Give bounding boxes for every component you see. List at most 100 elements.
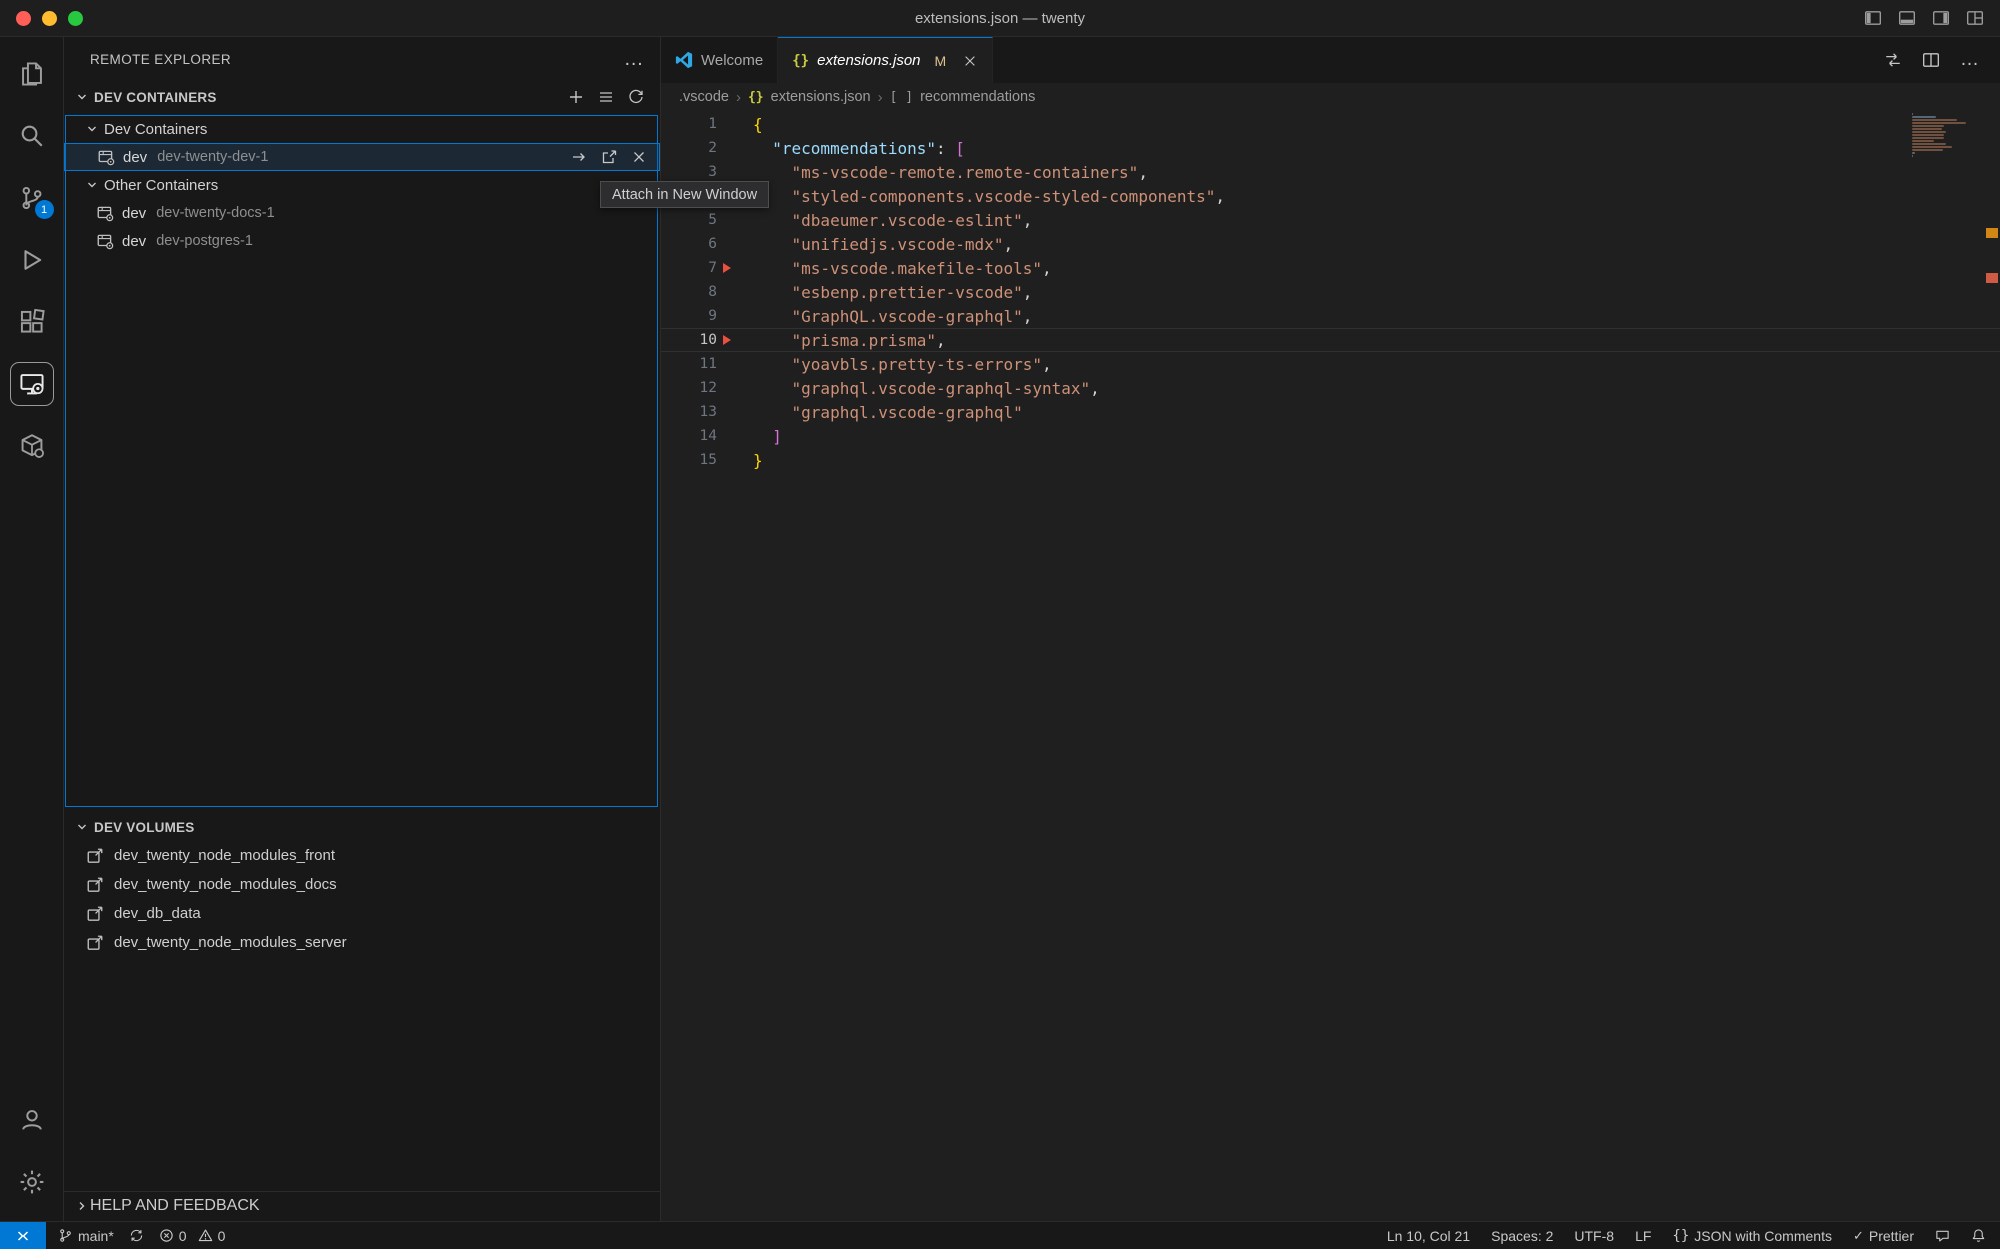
toggle-secondary-sidebar-icon[interactable] <box>1932 9 1950 27</box>
sync-changes-button[interactable] <box>129 1228 144 1243</box>
sidebar-item-containers[interactable] <box>7 415 57 477</box>
remote-indicator-button[interactable] <box>0 1222 46 1249</box>
toggle-panel-icon[interactable] <box>1898 9 1916 27</box>
overview-ruler-mark <box>1986 228 1998 238</box>
help-and-feedback-section-header[interactable]: HELP AND FEEDBACK <box>64 1191 660 1219</box>
feedback-button[interactable] <box>1935 1228 1950 1243</box>
formatter-status[interactable]: ✓ Prettier <box>1853 1228 1914 1244</box>
scm-changes-badge: 1 <box>35 200 54 219</box>
tab-extensions-json[interactable]: {} extensions.json M <box>778 37 993 83</box>
volume-row[interactable]: dev_twenty_node_modules_server <box>64 928 660 957</box>
more-actions-icon[interactable]: … <box>624 54 644 64</box>
dev-volumes-section-header[interactable]: DEV VOLUMES <box>64 813 660 841</box>
tab-bar: Welcome {} extensions.json M … <box>661 37 2000 83</box>
code-line[interactable]: 2 "recommendations": [ <box>661 136 2000 160</box>
eol-status[interactable]: LF <box>1635 1228 1651 1244</box>
line-number: 15 <box>661 452 717 468</box>
more-actions-icon[interactable]: … <box>1960 49 1980 71</box>
window-title: extensions.json — twenty <box>0 10 2000 27</box>
window-controls <box>0 11 83 26</box>
customize-layout-icon[interactable] <box>1966 9 1984 27</box>
minimap[interactable] <box>1912 113 1978 158</box>
code-line[interactable]: 5 "dbaeumer.vscode-eslint", <box>661 208 2000 232</box>
line-number: 8 <box>661 284 717 300</box>
json-symbol-icon: {} <box>748 90 764 105</box>
sidebar-item-run-debug[interactable] <box>7 229 57 291</box>
chevron-down-icon <box>84 121 100 137</box>
toggle-primary-sidebar-icon[interactable] <box>1864 9 1882 27</box>
code-line[interactable]: 13 "graphql.vscode-graphql" <box>661 400 2000 424</box>
code-line[interactable]: 7 "ms-vscode.makefile-tools", <box>661 256 2000 280</box>
remote-explorer-icon <box>19 371 45 397</box>
open-changes-icon[interactable] <box>1884 51 1902 69</box>
code-line[interactable]: 14 ] <box>661 424 2000 448</box>
code-line[interactable]: 10 "prisma.prisma", <box>661 328 2000 352</box>
notifications-button[interactable] <box>1971 1228 1986 1243</box>
title-bar: extensions.json — twenty <box>0 0 2000 37</box>
sidebar-item-remote-explorer[interactable] <box>7 353 57 415</box>
gutter-marker-icon <box>723 263 731 273</box>
gutter-marker-icon <box>723 335 731 345</box>
volume-row[interactable]: dev_twenty_node_modules_front <box>64 841 660 870</box>
chevron-right-icon <box>74 1198 90 1214</box>
error-icon <box>159 1228 174 1243</box>
sidebar-item-source-control[interactable]: 1 <box>7 167 57 229</box>
volume-icon <box>86 905 104 923</box>
sidebar-item-extensions[interactable] <box>7 291 57 353</box>
braces-icon: {} <box>1672 1228 1689 1244</box>
activity-bar: 1 <box>0 37 64 1221</box>
code-line[interactable]: 8 "esbenp.prettier-vscode", <box>661 280 2000 304</box>
code-line[interactable]: 6 "unifiedjs.vscode-mdx", <box>661 232 2000 256</box>
stop-container-icon[interactable] <box>630 149 647 166</box>
tree-group-row[interactable]: Other Containers <box>64 171 660 199</box>
remote-icon <box>15 1228 31 1244</box>
close-window-button[interactable] <box>16 11 31 26</box>
container-row[interactable]: devdev-twenty-dev-1 <box>64 143 660 171</box>
code-line[interactable]: 15} <box>661 448 2000 472</box>
code-line[interactable]: 3 "ms-vscode-remote.remote-containers", <box>661 160 2000 184</box>
attach-container-icon[interactable] <box>570 149 587 166</box>
split-editor-icon[interactable] <box>1922 51 1940 69</box>
minimize-window-button[interactable] <box>42 11 57 26</box>
accounts-button[interactable] <box>7 1089 57 1151</box>
code-line[interactable]: 1{ <box>661 112 2000 136</box>
code-line[interactable]: 11 "yoavbls.pretty-ts-errors", <box>661 352 2000 376</box>
language-mode-status[interactable]: {} JSON with Comments <box>1672 1228 1832 1244</box>
breadcrumb-file[interactable]: extensions.json <box>771 89 871 105</box>
container-row[interactable]: devdev-twenty-docs-1 <box>64 199 660 227</box>
new-dev-container-icon[interactable] <box>568 89 584 105</box>
run-debug-icon <box>19 247 45 273</box>
code-line[interactable]: 12 "graphql.vscode-graphql-syntax", <box>661 376 2000 400</box>
remote-explorer-sidebar: REMOTE EXPLORER … DEV CONTAINERS Dev Con… <box>64 37 661 1221</box>
options-list-icon[interactable] <box>598 89 614 105</box>
sidebar-item-search[interactable] <box>7 105 57 167</box>
indentation-status[interactable]: Spaces: 2 <box>1491 1228 1553 1244</box>
sidebar-item-explorer[interactable] <box>7 43 57 105</box>
breadcrumb-symbol[interactable]: recommendations <box>920 89 1035 105</box>
refresh-icon[interactable] <box>628 89 644 105</box>
close-tab-icon[interactable] <box>962 53 978 69</box>
chevron-separator-icon: › <box>736 89 741 106</box>
problems-status[interactable]: 0 0 <box>159 1228 226 1244</box>
tab-welcome[interactable]: Welcome <box>661 37 778 83</box>
code-line[interactable]: 4 "styled-components.vscode-styled-compo… <box>661 184 2000 208</box>
chevron-down-icon <box>84 177 100 193</box>
container-tools-icon <box>19 433 45 459</box>
breadcrumb-folder[interactable]: .vscode <box>679 89 729 105</box>
attach-new-window-icon[interactable] <box>600 149 617 166</box>
line-number: 1 <box>661 116 717 132</box>
volume-row[interactable]: dev_db_data <box>64 899 660 928</box>
git-branch-status[interactable]: main* <box>58 1228 114 1244</box>
code-line[interactable]: 9 "GraphQL.vscode-graphql", <box>661 304 2000 328</box>
cursor-position-status[interactable]: Ln 10, Col 21 <box>1387 1228 1470 1244</box>
zoom-window-button[interactable] <box>68 11 83 26</box>
tree-group-row[interactable]: Dev Containers <box>64 115 660 143</box>
settings-button[interactable] <box>7 1151 57 1213</box>
code-editor[interactable]: 1{2 "recommendations": [3 "ms-vscode-rem… <box>661 112 2000 472</box>
container-row[interactable]: devdev-postgres-1 <box>64 227 660 255</box>
chevron-separator-icon: › <box>878 89 883 106</box>
line-number: 7 <box>661 260 717 276</box>
dev-containers-section-header[interactable]: DEV CONTAINERS <box>64 83 660 111</box>
volume-row[interactable]: dev_twenty_node_modules_docs <box>64 870 660 899</box>
encoding-status[interactable]: UTF-8 <box>1574 1228 1614 1244</box>
